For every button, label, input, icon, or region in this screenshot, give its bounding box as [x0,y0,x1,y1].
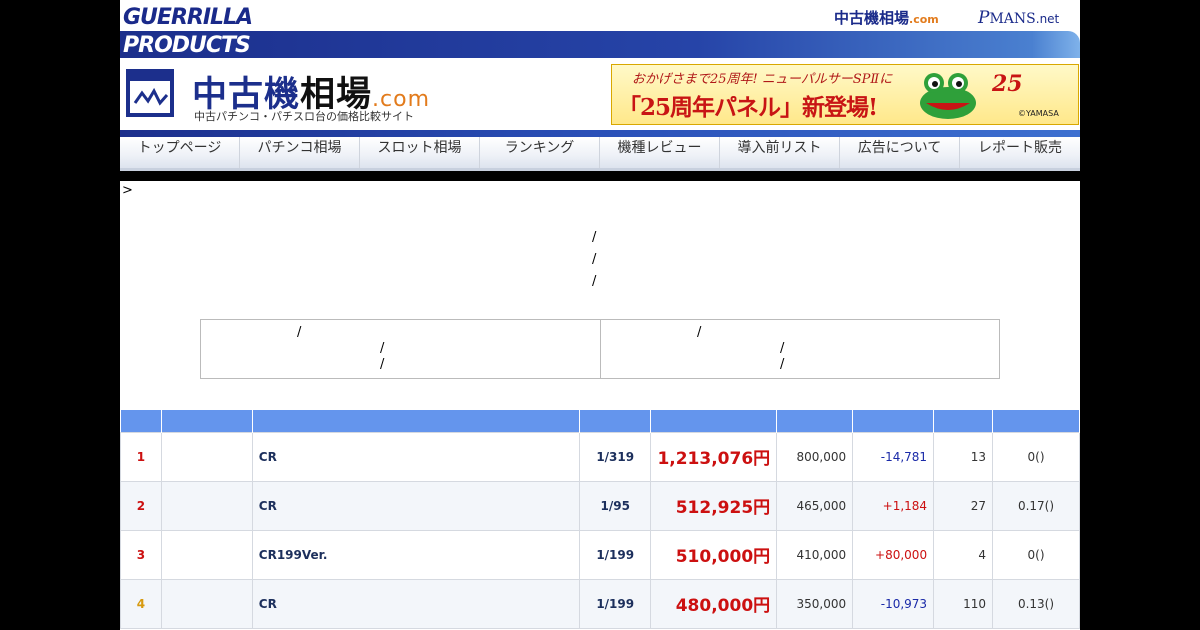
rate-cell: 0() [992,431,1080,482]
image-cell [160,529,253,580]
image-cell [160,578,253,629]
diff-cell: -14,781 [852,431,935,482]
price-cell: 512,925円 [650,480,778,531]
rank-cell: 2 [120,480,162,531]
site-link-chukoki[interactable]: 中古機相場.com [834,7,939,28]
info-box-right: / / / [600,320,999,378]
prev-price-cell: 800,000 [776,431,854,482]
table-row[interactable]: 2 CR 1/95 512,925円 465,000 +1,184 27 0.1… [120,480,1080,531]
table-row[interactable]: 3 CR199Ver. 1/199 510,000円 410,000 +80,0… [120,529,1080,580]
probability-cell: 1/95 [579,480,652,531]
diff-cell: +1,184 [852,480,935,531]
banner-line1: おかげさまで25周年! ニューパルサーSPⅡに [632,72,893,87]
banner-25-badge: 25 [992,71,1023,97]
chart-line-icon [133,87,169,106]
info-line-1: / [592,230,597,245]
info-line-3: / [592,274,597,289]
nav-report[interactable]: レポート販売 [960,137,1080,168]
info-box-left-line-2: / [380,341,385,356]
nav-ranking[interactable]: ランキング [480,137,600,168]
info-box-left-line-1: / [297,325,302,340]
main-nav: トップページ パチンコ相場 スロット相場 ランキング 機種レビュー 導入前リスト… [120,137,1080,171]
machine-name-link[interactable]: CR199Ver. [251,529,581,580]
nav-line [120,130,1080,137]
breadcrumb[interactable]: > [122,183,133,198]
count-cell: 4 [933,529,994,580]
count-cell: 13 [933,431,994,482]
site-link-main: 中古機相場 [834,9,910,27]
image-cell [160,480,253,531]
banner-line2: 「25周年パネル」新登場! [618,94,878,121]
nav-preinstall[interactable]: 導入前リスト [720,137,840,168]
info-box-right-line-2: / [780,341,785,356]
nav-review[interactable]: 機種レビュー [600,137,720,168]
info-line-2: / [592,252,597,267]
pmans-logo: P [978,8,990,28]
brand-bar [120,31,1080,58]
table-row[interactable]: 1 CR 1/319 1,213,076円 800,000 -14,781 13… [120,431,1080,482]
banner-copyright: ©YAMASA [1018,109,1059,118]
info-box-left-line-3: / [380,357,385,372]
machine-name-link[interactable]: CR [251,578,581,629]
col-count-header [933,410,994,432]
info-box: / / / / / / [200,319,1000,379]
col-image-header [161,410,253,432]
col-rank-header [120,410,162,432]
machine-name-link[interactable]: CR [251,431,581,482]
site-subtitle: 中古パチンコ・パチスロ台の価格比較サイト [194,110,414,123]
col-diff-header [852,410,935,432]
rank-cell: 3 [120,529,162,580]
pmans-suffix: .net [1035,12,1060,26]
header-gap [120,171,1080,181]
ad-banner[interactable]: おかげさまで25周年! ニューパルサーSPⅡに 「25周年パネル」新登場! 25… [611,64,1079,125]
nav-slot[interactable]: スロット相場 [360,137,480,168]
col-prob-header [579,410,652,432]
col-name-header [252,410,581,432]
prev-price-cell: 410,000 [776,529,854,580]
diff-cell: +80,000 [852,529,935,580]
page: GUERRILLA PRODUCTS 中古機相場.com PMANS.net 中… [120,0,1080,630]
table-row[interactable]: 4 CR 1/199 480,000円 350,000 -10,973 110 … [120,578,1080,629]
probability-cell: 1/199 [579,578,652,629]
price-cell: 1,213,076円 [650,431,778,482]
prev-price-cell: 350,000 [776,578,854,629]
rate-cell: 0.13() [992,578,1080,629]
nav-top[interactable]: トップページ [120,137,240,168]
rate-cell: 0.17() [992,480,1080,531]
count-cell: 110 [933,578,994,629]
frog-mascot-icon [920,73,976,119]
probability-cell: 1/199 [579,529,652,580]
col-rate-header [992,410,1080,432]
col-prev-header [776,410,854,432]
rank-cell: 1 [120,431,162,482]
machine-name-link[interactable]: CR [251,480,581,531]
header-main: 中古機相場.com 中古パチンコ・パチスロ台の価格比較サイト おかげさまで25周… [120,58,1080,130]
image-cell [160,431,253,482]
info-box-left: / / / [201,320,600,378]
count-cell: 27 [933,480,994,531]
info-box-right-line-3: / [780,357,785,372]
site-link-suffix: .com [909,13,939,26]
brand-products[interactable]: PRODUCTS [123,33,251,58]
price-cell: 480,000円 [650,578,778,629]
probability-cell: 1/319 [579,431,652,482]
site-link-pmans[interactable]: PMANS.net [978,8,1059,28]
nav-pachinko[interactable]: パチンコ相場 [240,137,360,168]
info-box-right-line-1: / [697,325,702,340]
prev-price-cell: 465,000 [776,480,854,531]
pmans-text: MANS [989,11,1036,27]
col-price-header [650,410,778,432]
chart-window-icon[interactable] [126,69,174,117]
table-header [120,410,1080,432]
brand-guerrilla[interactable]: GUERRILLA [123,5,253,30]
nav-ads[interactable]: 広告について [840,137,960,168]
header-top: GUERRILLA PRODUCTS 中古機相場.com PMANS.net [120,0,1080,58]
price-cell: 510,000円 [650,529,778,580]
rank-cell: 4 [120,578,162,629]
rate-cell: 0() [992,529,1080,580]
diff-cell: -10,973 [852,578,935,629]
ranking-table: 1 CR 1/319 1,213,076円 800,000 -14,781 13… [120,410,1080,629]
